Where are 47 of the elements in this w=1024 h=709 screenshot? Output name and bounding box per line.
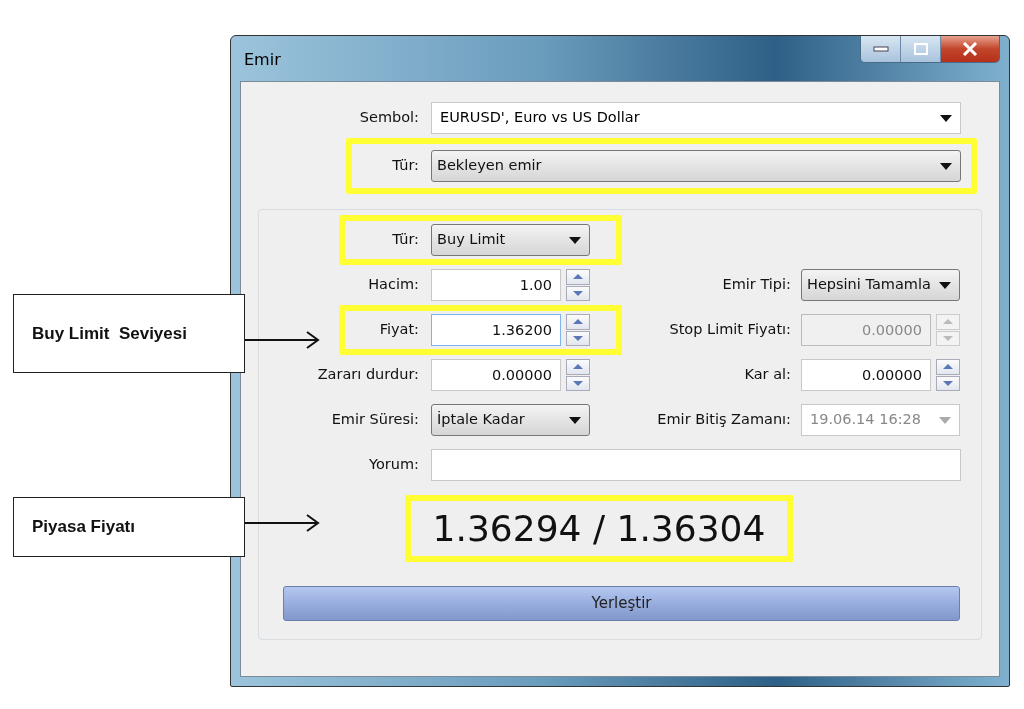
field-label: Sembol: — [358, 108, 419, 128]
symbol-dropdown[interactable]: EURUSD', Euro vs US Dollar — [431, 102, 961, 134]
place-order-button[interactable]: Yerleştir — [283, 586, 960, 622]
window-title: Emir — [243, 48, 281, 71]
dropdown-arrow-icon — [939, 416, 951, 424]
spin-down-button[interactable] — [936, 375, 960, 391]
number-field[interactable]: 1.36200 — [431, 314, 561, 346]
field-label: Emir Tipi: — [721, 275, 791, 295]
dropdown-arrow-icon — [569, 416, 581, 424]
dropdown[interactable]: Hepsini Tamamla — [801, 269, 960, 301]
callout-box: Buy Limit Seviyesi — [13, 294, 245, 373]
spin-up-button[interactable] — [566, 269, 590, 285]
maximize-icon — [913, 43, 928, 55]
number-field[interactable]: 1.00 — [431, 269, 561, 301]
spin-up-button[interactable] — [566, 314, 590, 330]
spin-up-button[interactable] — [936, 359, 960, 375]
minimize-button[interactable] — [861, 36, 901, 62]
callout-box: Piyasa Fiyatı — [13, 497, 245, 557]
dropdown-arrow-icon — [940, 114, 952, 122]
dropdown-arrow-icon — [569, 236, 581, 244]
spin-up-button[interactable] — [566, 359, 590, 375]
spin-down-button[interactable] — [566, 285, 590, 301]
number-field[interactable]: 0.00000 — [801, 359, 931, 391]
field-label: Tür: — [391, 156, 419, 176]
field-label: Emir Bitiş Zamanı: — [656, 410, 791, 430]
field-label: Emir Süresi: — [330, 410, 419, 430]
dropdown[interactable]: İptale Kadar — [431, 404, 590, 436]
spin-down-button[interactable] — [566, 330, 590, 346]
close-icon — [962, 42, 978, 56]
field-label: Zararı durdur: — [316, 365, 419, 385]
field-label: Tür: — [391, 230, 419, 250]
close-button[interactable] — [941, 36, 999, 62]
dropdown-arrow-icon — [939, 281, 951, 289]
number-field[interactable]: 0.00000 — [431, 359, 561, 391]
dropdown[interactable]: Buy Limit — [431, 224, 590, 256]
field-label: Kar al: — [743, 365, 791, 385]
field-label: Stop Limit Fiyatı: — [668, 320, 791, 340]
comment-field[interactable] — [431, 449, 961, 481]
field-label: Hacim: — [367, 275, 419, 295]
field-label: Fiyat: — [378, 320, 419, 340]
spin-down-button[interactable] — [566, 375, 590, 391]
market-price: 1.36294 / 1.36304 — [404, 495, 794, 563]
dropdown-arrow-icon — [940, 162, 952, 170]
maximize-button[interactable] — [901, 36, 941, 62]
order-type-dropdown[interactable]: Bekleyen emir — [431, 150, 961, 182]
minimize-icon — [872, 45, 889, 53]
field-label: Yorum: — [368, 455, 419, 475]
